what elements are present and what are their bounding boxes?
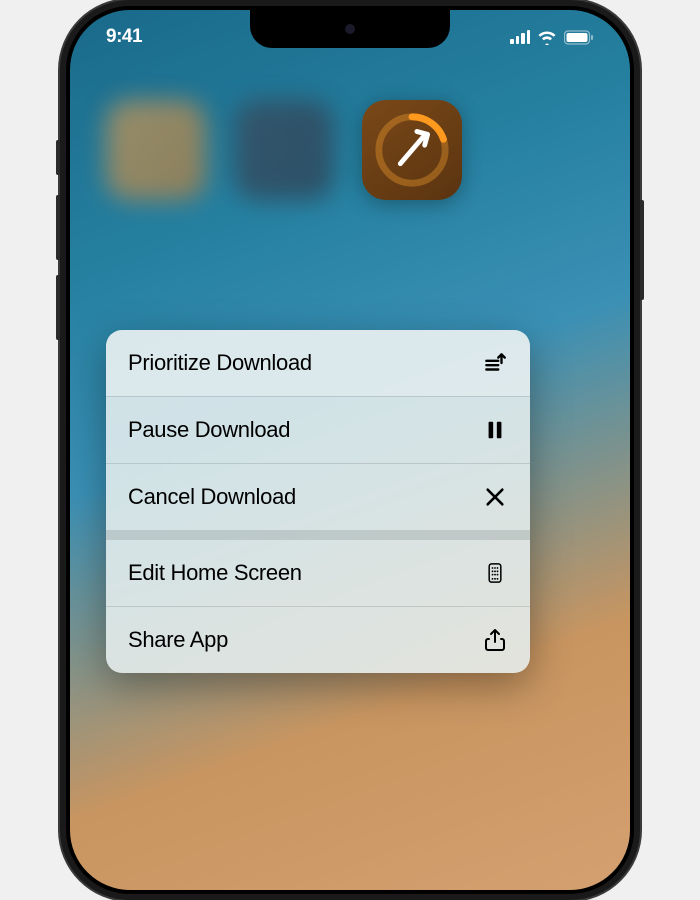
app-icon-blurred [106,100,206,200]
pause-icon [482,417,508,443]
side-buttons-right [640,200,644,300]
menu-item-label: Share App [128,627,228,653]
menu-item-share-app[interactable]: Share App [106,607,530,673]
side-buttons-left [56,140,60,355]
download-progress-icon [373,111,451,189]
app-icon-blurred [234,100,334,200]
cellular-signal-icon [510,30,530,44]
context-menu: Prioritize Download Pause Download [106,330,530,673]
menu-item-edit-home-screen[interactable]: Edit Home Screen [106,540,530,606]
prioritize-icon [482,350,508,376]
menu-item-pause-download[interactable]: Pause Download [106,397,530,463]
notch [250,10,450,48]
iphone-device-frame: 9:41 [60,0,640,900]
status-time: 9:41 [106,26,142,48]
home-screen[interactable]: Prioritize Download Pause Download [70,100,630,890]
menu-item-label: Cancel Download [128,484,296,510]
battery-icon [564,30,594,45]
x-icon [482,484,508,510]
menu-item-label: Edit Home Screen [128,560,302,586]
phone-screen: 9:41 [70,10,630,890]
phone-grid-icon [482,560,508,586]
wifi-icon [537,30,557,45]
menu-item-cancel-download[interactable]: Cancel Download [106,464,530,530]
menu-item-prioritize-download[interactable]: Prioritize Download [106,330,530,396]
downloading-app-icon[interactable] [362,100,462,200]
share-icon [482,627,508,653]
menu-item-label: Pause Download [128,417,290,443]
menu-item-label: Prioritize Download [128,350,312,376]
